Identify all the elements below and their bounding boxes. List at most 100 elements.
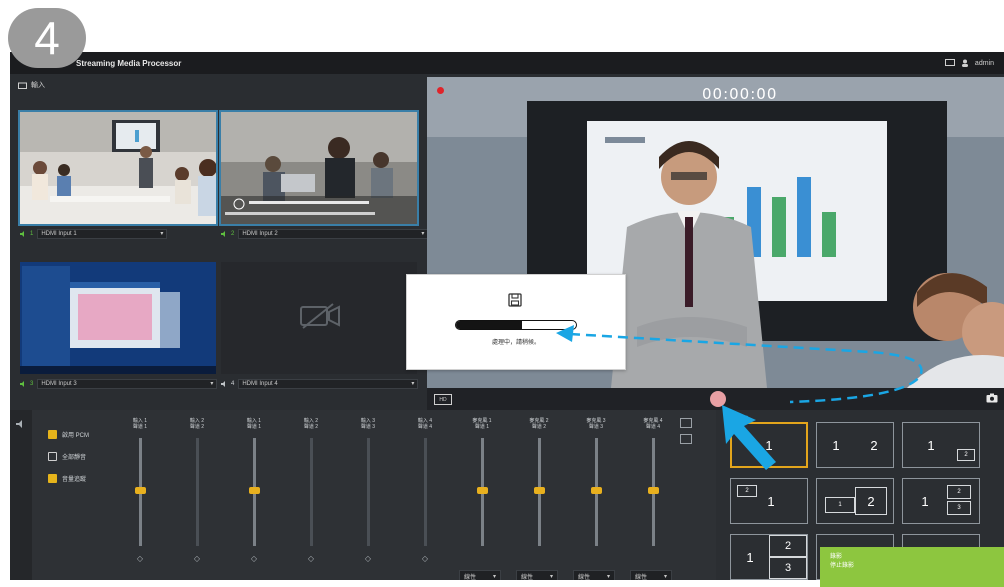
folder-icon <box>18 82 27 89</box>
chevron-down-icon: ▾ <box>160 231 164 237</box>
source-number: 4 <box>231 381 235 387</box>
user-icon[interactable] <box>961 59 969 67</box>
speaker-icon[interactable] <box>20 231 26 237</box>
chevron-down-icon: ▾ <box>411 381 415 387</box>
grid-icon[interactable] <box>680 418 692 428</box>
audio-fader-6: 輸入 4 聲道 4 ◇ <box>405 418 445 580</box>
layout-pip-top-left[interactable]: 2 1 <box>730 478 808 524</box>
fader-mode-select-3[interactable]: 線性 ▾ <box>573 570 615 580</box>
source-number: 3 <box>30 381 34 387</box>
mute-icon[interactable]: ◇ <box>362 554 374 564</box>
checkbox-unchecked[interactable] <box>48 452 57 461</box>
option-enable-pcm[interactable]: 啟用 PCM <box>48 430 89 439</box>
fader-knob[interactable] <box>591 487 602 494</box>
mute-icon[interactable]: ◇ <box>191 554 203 564</box>
fader-track[interactable] <box>367 438 370 546</box>
layout-three-split[interactable]: 1 2 3 <box>730 534 808 580</box>
chevron-down-icon: ▾ <box>663 573 667 580</box>
fader-sublabel: 聲道 2 <box>303 424 319 430</box>
fader-sublabel: 聲道 1 <box>246 424 262 430</box>
fader-knob[interactable] <box>534 487 545 494</box>
fader-track[interactable] <box>310 438 313 546</box>
layout-number: 2 <box>957 449 975 461</box>
layout-number: 1 <box>765 437 773 453</box>
recording-toast[interactable]: 錄影 停止錄影 <box>820 547 1004 587</box>
mixer-tools <box>680 418 694 444</box>
layout-number: 1 <box>927 437 935 453</box>
fader-mode-select-4[interactable]: 線性 ▾ <box>630 570 672 580</box>
conference-image <box>221 112 417 224</box>
input-thumbnail-4[interactable] <box>221 262 417 374</box>
layout-number: 2 <box>947 485 971 499</box>
source-select-4[interactable]: HDMI Input 4 ▾ <box>238 379 419 389</box>
source-number: 1 <box>30 231 34 237</box>
input-thumbnail-2[interactable] <box>219 110 419 226</box>
fader-track[interactable] <box>196 438 199 546</box>
no-video-icon <box>300 303 340 329</box>
layout-number: 2 <box>855 487 887 515</box>
source-row-1: 1 HDMI Input 1 ▾ <box>20 228 168 240</box>
source-select-value: HDMI Input 1 <box>41 231 77 237</box>
option-mute-all[interactable]: 全部靜音 <box>48 452 86 461</box>
mute-icon[interactable]: ◇ <box>134 554 146 564</box>
monitor-icon[interactable] <box>680 434 692 444</box>
fader-knob[interactable] <box>648 487 659 494</box>
inputs-label: 輸入 <box>31 82 45 89</box>
audio-fader-1: 輸入 1 聲道 1 ◇ <box>120 418 160 580</box>
fader-sublabel: 聲道 4 <box>645 424 661 430</box>
mute-icon[interactable]: ◇ <box>248 554 260 564</box>
source-row-2: 2 HDMI Input 2 ▾ <box>221 228 429 240</box>
fader-knob[interactable] <box>477 487 488 494</box>
monitor-icon[interactable] <box>944 59 955 67</box>
source-number: 2 <box>231 231 235 237</box>
speaker-icon[interactable] <box>20 381 26 387</box>
saving-progress-fill <box>456 321 522 329</box>
layout-number: 1 <box>767 493 775 509</box>
layout-pip-center[interactable]: 1 2 <box>816 478 894 524</box>
layout-number: 1 <box>921 493 929 509</box>
fader-mode-select-2[interactable]: 線性 ▾ <box>516 570 558 580</box>
record-button[interactable] <box>710 391 726 407</box>
user-name[interactable]: admin <box>975 60 994 67</box>
mute-icon[interactable]: ◇ <box>419 554 431 564</box>
hd-badge[interactable]: HD <box>434 394 452 405</box>
layout-single[interactable]: 1 <box>730 422 808 468</box>
layout-side-by-side[interactable]: 1 2 <box>816 422 894 468</box>
layout-number: 1 <box>746 549 754 565</box>
layout-number: 1 <box>832 437 840 453</box>
camera-icon[interactable] <box>986 393 998 403</box>
mode-value: 線性 <box>635 574 648 581</box>
mute-icon[interactable]: ◇ <box>305 554 317 564</box>
source-select-2[interactable]: HDMI Input 2 ▾ <box>238 229 429 239</box>
fader-sublabel: 聲道 4 <box>417 424 433 430</box>
checkbox-checked[interactable] <box>48 430 57 439</box>
audio-fader-3: 輸入 1 聲道 1 ◇ <box>234 418 274 580</box>
input-thumbnail-1[interactable] <box>18 110 218 226</box>
title-bar: Streaming Media Processor admin <box>10 52 1004 74</box>
mode-value: 線性 <box>578 574 591 581</box>
option-label: 啟用 PCM <box>62 433 90 439</box>
option-volume-track[interactable]: 音量追蹤 <box>48 474 86 483</box>
chevron-down-icon: ▾ <box>492 573 496 580</box>
chevron-down-icon: ▾ <box>210 381 214 387</box>
fader-track[interactable] <box>424 438 427 546</box>
fader-knob[interactable] <box>135 487 146 494</box>
audio-fader-7: 麥克風 1 聲道 1 <box>462 418 502 580</box>
fader-knob[interactable] <box>249 487 260 494</box>
recording-indicator <box>437 87 444 94</box>
audio-mixer: 啟用 PCM 全部靜音 音量追蹤 輸入 1 聲道 1 ◇ 輸入 2 聲道 2 ◇ 輸入 … <box>10 410 716 580</box>
speaker-icon[interactable] <box>221 231 227 237</box>
layout-main-two[interactable]: 1 2 3 <box>902 478 980 524</box>
step-badge: 4 <box>8 8 86 68</box>
speaker-icon[interactable] <box>221 381 227 387</box>
checkbox-checked[interactable] <box>48 474 57 483</box>
fader-mode-select-1[interactable]: 線性 ▾ <box>459 570 501 580</box>
title-bar-tools: admin <box>944 52 994 74</box>
fader-sublabel: 聲道 1 <box>474 424 490 430</box>
input-thumbnail-3[interactable] <box>20 262 216 374</box>
source-select-3[interactable]: HDMI Input 3 ▾ <box>37 379 218 389</box>
source-select-1[interactable]: HDMI Input 1 ▾ <box>37 229 168 239</box>
speaker-icon[interactable] <box>16 420 26 428</box>
layout-pip-corner[interactable]: 1 2 <box>902 422 980 468</box>
audio-fader-2: 輸入 2 聲道 2 ◇ <box>177 418 217 580</box>
